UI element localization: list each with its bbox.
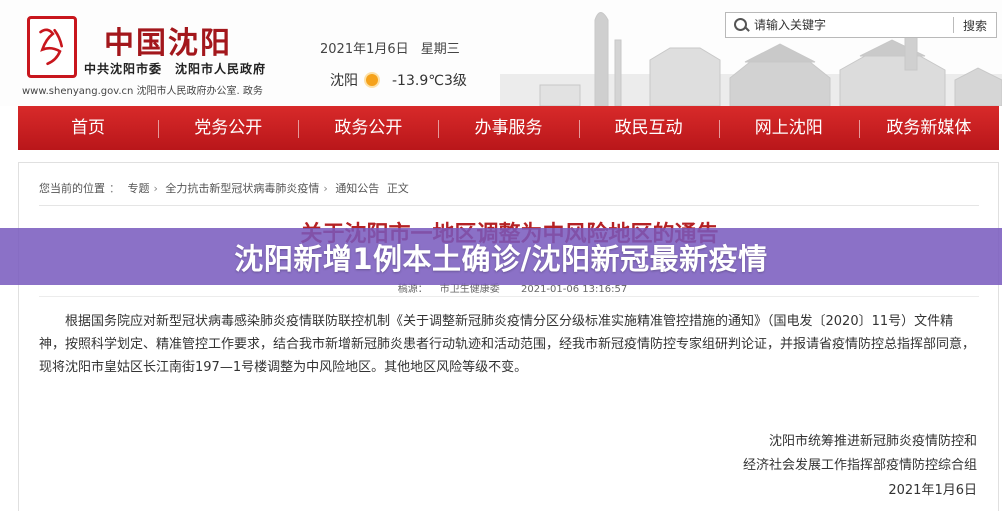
breadcrumb: 您当前的位置： 专题 › 全力抗击新型冠状病毒肺炎疫情 › 通知公告 正文 — [39, 180, 413, 196]
nav-item-party-affairs[interactable]: 党务公开 — [158, 106, 298, 150]
signature-date: 2021年1月6日 — [888, 483, 977, 498]
nav-item-online-shenyang[interactable]: 网上沈阳 — [718, 106, 859, 150]
site-sponsors: 中共沈阳市委 沈阳市人民政府 — [84, 62, 267, 76]
nav-item-new-media[interactable]: 政务新媒体 — [858, 106, 999, 150]
breadcrumb-prefix: 您当前的位置 — [39, 182, 105, 195]
weather-temperature: -13.9℃3级 — [392, 73, 467, 89]
date-line: 2021年1月6日 星期三 — [320, 38, 460, 57]
site-url[interactable]: www.shenyang.gov.cn — [22, 86, 133, 97]
breadcrumb-separator: › — [323, 182, 328, 195]
article-panel: 您当前的位置： 专题› 全力抗击新型冠状病毒肺炎疫情› 通知公告 正文 关于沈阳… — [18, 162, 999, 511]
site-header: 中国沈阳 中共沈阳市委 沈阳市人民政府 www.shenyang.gov.cn … — [0, 0, 1002, 106]
signature-line-2: 经济社会发展工作指挥部疫情防控综合组 — [742, 458, 977, 473]
site-url-line: www.shenyang.gov.cn 沈阳市人民政府办公室. 政务 — [22, 82, 263, 97]
breadcrumb-separator: ： — [109, 182, 120, 195]
current-date: 2021年1月6日 — [320, 42, 409, 57]
search-input[interactable] — [752, 14, 953, 36]
article-published: 2021-01-06 13:16:57 — [520, 284, 628, 295]
breadcrumb-separator: › — [153, 182, 158, 195]
meta-divider — [39, 296, 979, 297]
source-label: 稿源： — [397, 284, 428, 295]
breadcrumb-item-notices[interactable]: 通知公告 — [335, 182, 379, 195]
breadcrumb-item-epidemic[interactable]: 全力抗击新型冠状病毒肺炎疫情 — [165, 182, 319, 195]
site-office: 沈阳市人民政府办公室. 政务 — [136, 86, 263, 97]
logo-seal-icon — [39, 28, 63, 66]
sun-icon — [366, 74, 378, 86]
article-source: 市卫生健康委 — [439, 284, 500, 295]
breadcrumb-divider — [39, 205, 979, 206]
article-body: 根据国务院应对新型冠状病毒感染肺炎疫情联防联控机制《关于调整新冠肺炎疫情分区分级… — [39, 314, 976, 375]
search-box: 搜索 — [725, 12, 997, 38]
overlay-title: 沈阳新增1例本土确诊/沈阳新冠最新疫情 — [234, 241, 768, 276]
headline-overlay-banner: 沈阳新增1例本土确诊/沈阳新冠最新疫情 — [0, 228, 1002, 285]
nav-item-government-affairs[interactable]: 政务公开 — [298, 106, 438, 150]
signature-line-1: 沈阳市统筹推进新冠肺炎疫情防控和 — [768, 434, 977, 449]
nav-item-interaction[interactable]: 政民互动 — [578, 106, 719, 150]
weather-widget: 沈阳 -13.9℃3级 — [330, 70, 467, 90]
main-nav: 首页 党务公开 政务公开 办事服务 政民互动 网上沈阳 政务新媒体 — [18, 106, 999, 150]
current-weekday: 星期三 — [420, 42, 460, 57]
search-button[interactable]: 搜索 — [954, 13, 996, 37]
search-icon — [730, 14, 752, 36]
weather-city: 沈阳 — [330, 73, 358, 89]
site-logo[interactable] — [27, 16, 77, 78]
nav-item-home[interactable]: 首页 — [18, 106, 158, 150]
breadcrumb-item-current: 正文 — [386, 182, 409, 195]
nav-item-services[interactable]: 办事服务 — [438, 106, 578, 150]
breadcrumb-item-topic[interactable]: 专题 — [128, 182, 150, 195]
site-name: 中国沈阳 — [104, 26, 232, 61]
